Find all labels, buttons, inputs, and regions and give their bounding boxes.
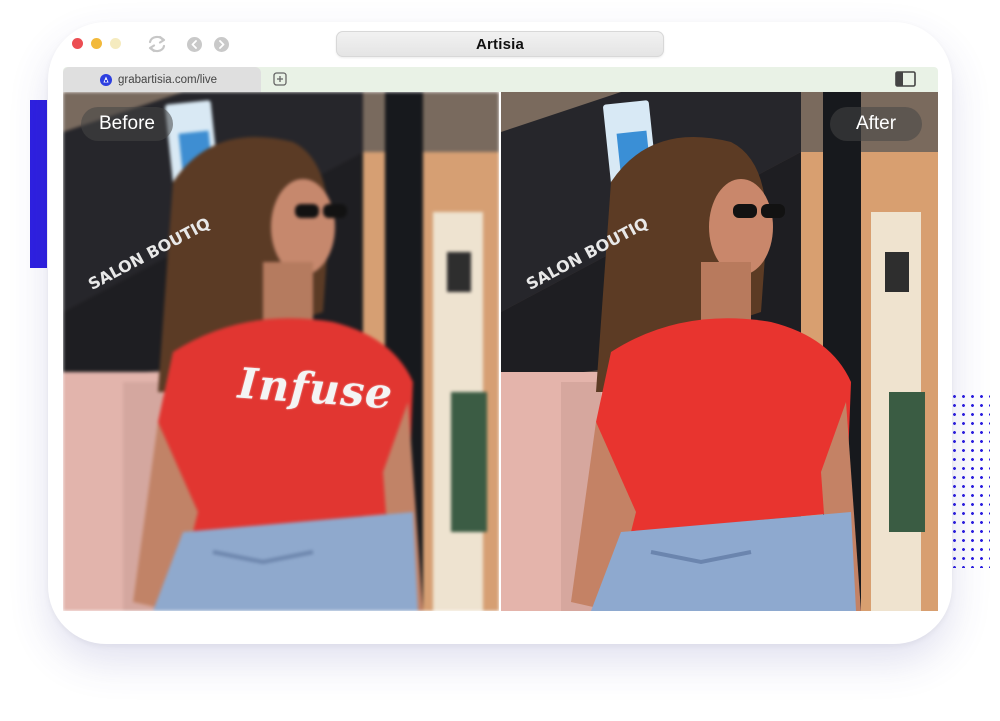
minimize-window-button[interactable] <box>91 38 102 49</box>
before-photo-scene <box>63 92 499 611</box>
maximize-window-button[interactable] <box>110 38 121 49</box>
forward-icon <box>219 40 225 49</box>
before-image[interactable]: SALON BOUTIQ Infuse Before <box>63 92 499 611</box>
decorative-dot-grid <box>950 392 990 568</box>
tab-url: grabartisia.com/live <box>118 73 218 86</box>
new-tab-icon[interactable] <box>273 72 287 86</box>
close-window-button[interactable] <box>72 38 83 49</box>
refresh-icon[interactable] <box>146 34 168 54</box>
favicon-icon <box>100 73 112 86</box>
after-photo-scene <box>501 92 938 611</box>
after-image[interactable]: SALON BOUTIQ After <box>501 92 938 611</box>
forward-button[interactable] <box>214 37 229 52</box>
comparison-viewport: SALON BOUTIQ Infuse Before SALON BOUTIQ … <box>63 92 938 611</box>
after-label: After <box>830 107 922 141</box>
tab-active[interactable]: grabartisia.com/live <box>63 67 261 92</box>
address-title-bar[interactable]: Artisia <box>336 31 664 57</box>
decorative-accent-bar <box>30 100 47 268</box>
before-label: Before <box>81 107 173 141</box>
back-button[interactable] <box>187 37 202 52</box>
sidebar-toggle-icon[interactable] <box>895 71 916 87</box>
brand-title: Artisia <box>475 35 525 53</box>
back-icon <box>191 40 197 49</box>
